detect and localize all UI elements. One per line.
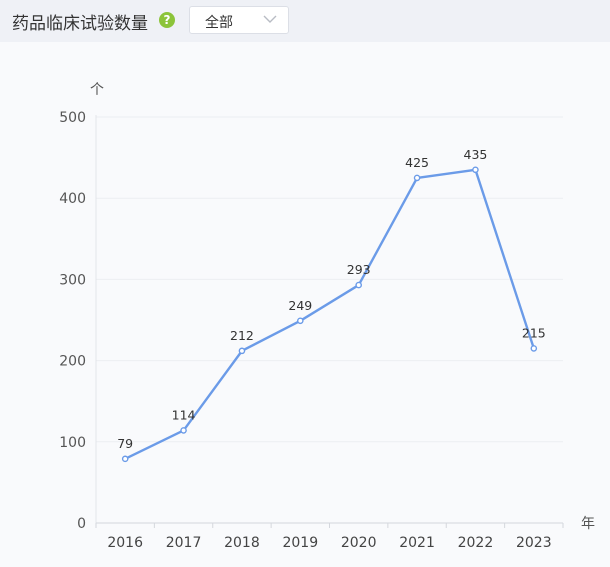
data-point-2023 [530, 345, 538, 352]
data-point-2018 [238, 347, 246, 355]
x-tick-label-2016: 2016 [107, 535, 143, 551]
filter-selected-value: 全部 [205, 15, 233, 31]
question-circle-icon[interactable]: ? [159, 12, 175, 28]
y-tick-label-300: 300 [59, 272, 86, 288]
axis-layer: 0 100 200 300 400 500 2016 2017 2018 2019 2020 2021… [59, 110, 564, 551]
x-tick-label-2019: 2019 [282, 535, 318, 551]
line-chart: 0 100 200 300 400 500 2016 2017 2018 2019 2020 2021… [59, 82, 595, 551]
grid-layer [96, 116, 563, 443]
data-point-2019 [297, 317, 304, 325]
y-axis-unit: 个 [90, 82, 104, 98]
x-axis-unit: 年 [581, 516, 595, 532]
category-filter-select[interactable]: 全部 [189, 6, 289, 34]
x-tick-label-2023: 2023 [516, 535, 552, 551]
x-tick-label-2020: 2020 [341, 535, 377, 551]
label-layer: 79 114 212 249 293 425 435 215 [117, 147, 546, 451]
data-label-2019: 249 [288, 298, 312, 313]
data-label-2022: 435 [464, 147, 488, 162]
data-label-2021: 425 [405, 155, 429, 170]
x-tick-label-2018: 2018 [224, 535, 260, 551]
y-tick-label-400: 400 [59, 191, 86, 207]
y-tick-label-500: 500 [59, 110, 86, 126]
data-label-2023: 215 [522, 325, 546, 340]
x-tick-label-2017: 2017 [166, 535, 202, 551]
x-tick-label-2022: 2022 [458, 535, 494, 551]
data-label-2017: 114 [172, 407, 196, 422]
data-point-2020 [355, 281, 362, 289]
data-point-2016 [121, 455, 129, 463]
x-tick-label-2021: 2021 [399, 535, 435, 551]
data-point-2017 [180, 427, 187, 434]
data-point-2022 [472, 166, 479, 174]
data-label-2018: 212 [230, 328, 254, 343]
data-label-2016: 79 [117, 436, 133, 451]
y-tick-label-100: 100 [59, 435, 86, 451]
chevron-down-icon [263, 15, 277, 23]
chart-panel: 0 100 200 300 400 500 2016 2017 2018 2019 2020 2021… [0, 42, 610, 567]
chart-title: 药品临床试验数量 [12, 14, 148, 34]
data-label-2020: 293 [347, 262, 371, 277]
y-tick-label-200: 200 [59, 354, 86, 370]
chart-header: 药品临床试验数量 ? 全部 [0, 0, 610, 42]
data-point-2021 [413, 174, 421, 182]
y-tick-label-0: 0 [77, 516, 86, 532]
